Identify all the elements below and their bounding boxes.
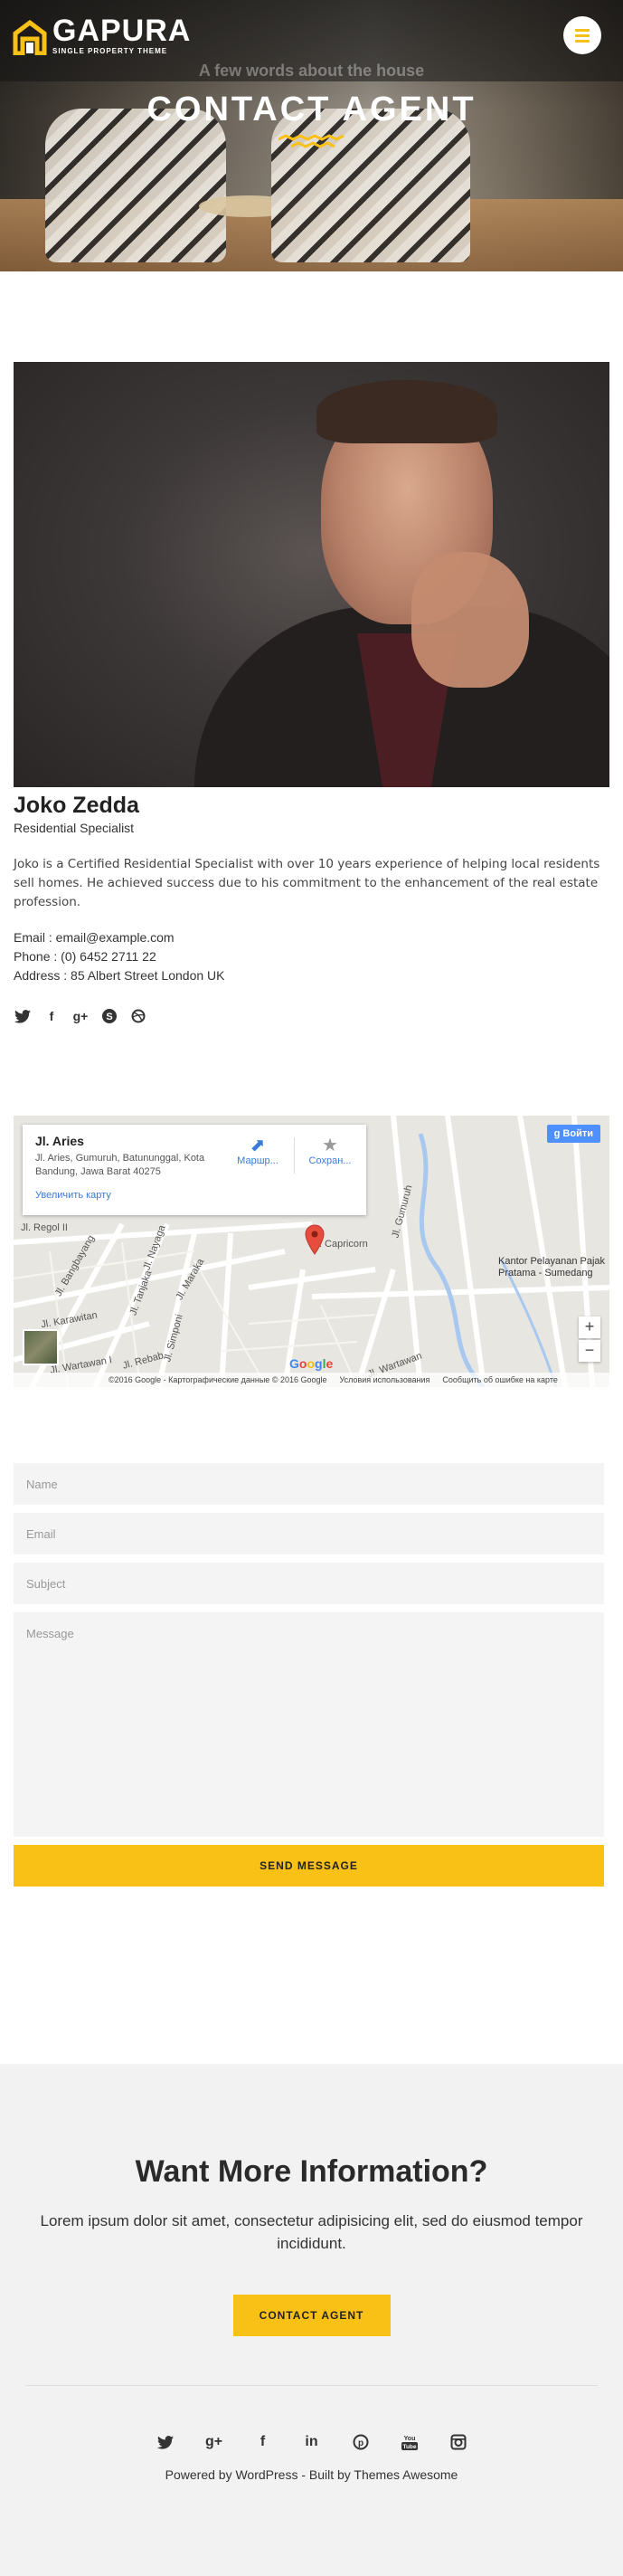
linkedin-icon[interactable]: in bbox=[301, 2431, 323, 2453]
agent-name: Joko Zedda bbox=[14, 793, 139, 818]
location-map[interactable]: Jl. Regol II Jl. Nayaga Jl. Karawitan Jl… bbox=[14, 1116, 609, 1387]
agent-bio: Joko is a Certified Residential Speciali… bbox=[14, 857, 600, 909]
agent-social-links: f g+ S bbox=[14, 1007, 609, 1025]
map-pin-icon[interactable] bbox=[305, 1224, 325, 1255]
facebook-icon[interactable]: f bbox=[252, 2431, 274, 2453]
map-terms-link[interactable]: Условия использования bbox=[340, 1375, 430, 1387]
youtube-icon[interactable]: You Tube bbox=[399, 2431, 420, 2453]
footer-divider bbox=[25, 2385, 598, 2386]
hero-chair-left bbox=[45, 109, 226, 262]
agent-photo bbox=[14, 362, 609, 787]
message-field[interactable]: Message bbox=[14, 1612, 604, 1837]
twitter-icon[interactable] bbox=[14, 1007, 32, 1025]
agent-address: Address : 85 Albert Street London UK bbox=[14, 968, 225, 983]
info-section: Want More Information? Lorem ipsum dolor… bbox=[0, 2064, 623, 2576]
send-message-button[interactable]: SEND MESSAGE bbox=[14, 1845, 604, 1887]
map-info-window: Jl. Aries Jl. Aries, Gumuruh, Batunungga… bbox=[23, 1125, 366, 1215]
map-report-link[interactable]: Сообщить об ошибке на карте bbox=[442, 1375, 557, 1387]
agent-phone: Phone : (0) 6452 2711 22 bbox=[14, 949, 156, 964]
map-place-label: Kantor Pelayanan Pajak Pratama - Sumedan… bbox=[498, 1256, 606, 1278]
map-route-label: Маршр... bbox=[237, 1155, 278, 1166]
subject-field[interactable]: Subject bbox=[14, 1563, 604, 1604]
logo-house-icon bbox=[13, 19, 47, 55]
logo-tagline: SINGLE PROPERTY THEME bbox=[52, 47, 168, 55]
google-plus-icon: g bbox=[553, 1128, 563, 1139]
powered-by-text: Powered by WordPress - Built by Themes A… bbox=[165, 2467, 458, 2482]
hero-banner: GAPURA SINGLE PROPERTY THEME A few words… bbox=[0, 0, 623, 271]
directions-icon: ⬈ bbox=[250, 1136, 266, 1155]
agent-email: Email : email@example.com bbox=[14, 930, 175, 945]
google-plus-icon[interactable]: g+ bbox=[71, 1007, 90, 1025]
map-attribution-bar: ©2016 Google - Картографические данные ©… bbox=[14, 1373, 609, 1387]
zoom-in-button[interactable]: + bbox=[579, 1317, 600, 1338]
svg-text:You: You bbox=[403, 2436, 415, 2442]
map-signin-button[interactable]: g Войти bbox=[546, 1125, 600, 1143]
info-title: Want More Information? bbox=[135, 2154, 488, 2189]
svg-text:p: p bbox=[357, 2438, 363, 2448]
svg-text:Tube: Tube bbox=[402, 2444, 416, 2450]
map-place-address: Jl. Aries, Gumuruh, Batununggal, Kota Ba… bbox=[35, 1153, 205, 1177]
footer-social-links: g+ f in p You Tube bbox=[25, 2431, 598, 2453]
map-save-button[interactable]: ★ Сохран... bbox=[298, 1136, 362, 1166]
hamburger-icon bbox=[575, 28, 590, 32]
map-route-button[interactable]: ⬈ Маршр... bbox=[226, 1136, 289, 1166]
menu-button[interactable] bbox=[563, 16, 601, 54]
info-text: Lorem ipsum dolor sit amet, consectetur … bbox=[40, 2212, 583, 2252]
contact-agent-button[interactable]: CONTACT AGENT bbox=[232, 2295, 391, 2336]
hero-kicker: A few words about the house bbox=[198, 62, 425, 80]
satellite-toggle[interactable] bbox=[23, 1329, 59, 1365]
google-logo: Google bbox=[289, 1356, 334, 1371]
name-field[interactable]: Name bbox=[14, 1463, 604, 1505]
twitter-icon[interactable] bbox=[155, 2431, 176, 2453]
logo-name: GAPURA bbox=[52, 14, 192, 48]
page-title: CONTACT AGENT bbox=[146, 90, 477, 128]
map-enlarge-link[interactable]: Увеличить карту bbox=[35, 1190, 354, 1201]
contact-form: Name Email Subject Message SEND MESSAGE bbox=[14, 1463, 604, 1887]
agent-contact: Email : email@example.com Phone : (0) 64… bbox=[14, 928, 609, 985]
skype-icon[interactable]: S bbox=[100, 1007, 118, 1025]
pinterest-icon[interactable]: p bbox=[350, 2431, 372, 2453]
agent-role: Residential Specialist bbox=[14, 821, 135, 835]
dribbble-icon[interactable] bbox=[129, 1007, 147, 1025]
map-save-label: Сохран... bbox=[308, 1155, 352, 1166]
map-attribution: ©2016 Google - Картографические данные ©… bbox=[109, 1375, 327, 1384]
svg-text:S: S bbox=[106, 1012, 112, 1022]
map-label: Jl. Regol II bbox=[21, 1222, 68, 1233]
zigzag-divider-icon bbox=[278, 134, 345, 148]
star-icon: ★ bbox=[322, 1136, 338, 1155]
facebook-icon[interactable]: f bbox=[42, 1007, 61, 1025]
agent-section: Joko Zedda Residential Specialist Joko i… bbox=[0, 362, 623, 1025]
instagram-icon[interactable] bbox=[448, 2431, 469, 2453]
zoom-out-button[interactable]: − bbox=[579, 1340, 600, 1362]
google-plus-icon[interactable]: g+ bbox=[203, 2431, 225, 2453]
email-field[interactable]: Email bbox=[14, 1513, 604, 1554]
site-logo[interactable]: GAPURA SINGLE PROPERTY THEME bbox=[13, 14, 192, 55]
hero-chair-right bbox=[271, 109, 470, 262]
